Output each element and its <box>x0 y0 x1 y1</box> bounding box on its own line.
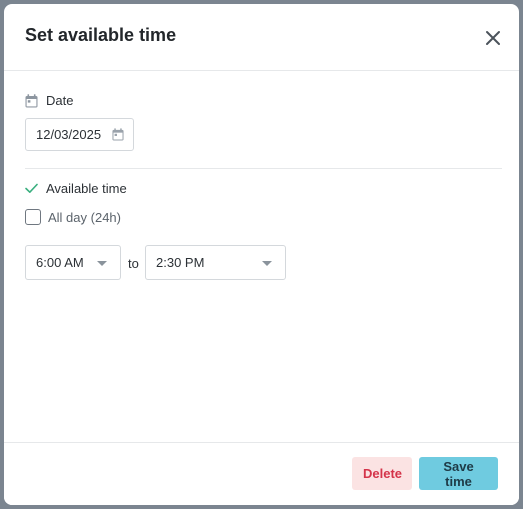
dialog-body: Date 12/03/2025 Available time All day (… <box>4 71 519 441</box>
dialog-footer: Delete Save time <box>4 442 519 505</box>
time-range-separator: to <box>128 256 139 271</box>
save-time-button[interactable]: Save time <box>419 457 498 490</box>
date-input[interactable]: 12/03/2025 <box>25 118 134 151</box>
dialog-header: Set available time <box>4 4 519 71</box>
available-time-label: Available time <box>46 181 127 196</box>
delete-button[interactable]: Delete <box>352 457 412 490</box>
end-time-value: 2:30 PM <box>156 255 205 270</box>
date-value: 12/03/2025 <box>36 127 102 142</box>
available-time-section-label: Available time <box>25 181 127 196</box>
date-label: Date <box>46 93 74 108</box>
dialog-title: Set available time <box>25 25 177 45</box>
all-day-option[interactable]: All day (24h) <box>25 209 121 225</box>
section-divider <box>25 168 502 169</box>
start-time-value: 6:00 AM <box>36 255 84 270</box>
date-section-label: Date <box>25 93 73 108</box>
chevron-down-icon <box>97 261 107 266</box>
end-time-select[interactable]: 2:30 PM <box>145 245 286 280</box>
check-icon <box>25 183 38 193</box>
close-icon[interactable] <box>483 28 503 48</box>
start-time-select[interactable]: 6:00 AM <box>25 245 121 280</box>
calendar-icon[interactable] <box>112 128 124 141</box>
calendar-icon <box>25 93 38 107</box>
set-available-time-dialog: Set available time Date 12/03/2025 Avail… <box>4 4 519 505</box>
all-day-checkbox[interactable] <box>25 209 41 225</box>
all-day-label: All day (24h) <box>48 209 121 225</box>
chevron-down-icon <box>262 261 272 266</box>
